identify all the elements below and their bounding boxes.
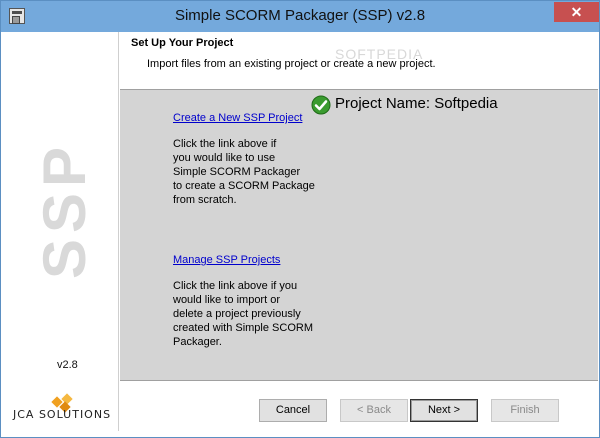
create-project-description: Click the link above if you would like t… (173, 138, 315, 206)
svg-text:SSP: SSP (39, 141, 98, 279)
ssp-watermark: SSP (39, 141, 98, 279)
close-icon[interactable]: ✕ (554, 2, 599, 22)
cancel-button[interactable]: Cancel (259, 399, 327, 422)
create-project-link[interactable]: Create a New SSP Project (173, 112, 302, 124)
page-subtitle: Import files from an existing project or… (147, 58, 436, 70)
manage-projects-description: Click the link above if you would like t… (173, 280, 313, 348)
version-label: v2.8 (57, 359, 78, 371)
wizard-footer: Cancel < Back Next > Finish (120, 383, 598, 435)
wizard-header: Set Up Your Project SOFTPEDIA Import fil… (120, 32, 598, 88)
back-button[interactable]: < Back (340, 399, 408, 422)
page-title: Set Up Your Project (131, 37, 234, 49)
window-title: Simple SCORM Packager (SSP) v2.8 (174, 7, 426, 24)
finish-button[interactable]: Finish (491, 399, 559, 422)
logo-text: JCA SOLUTIONS (13, 408, 112, 421)
title-bar[interactable]: Simple SCORM Packager (SSP) v2.8 ✕ (1, 1, 599, 32)
manage-projects-link[interactable]: Manage SSP Projects (173, 254, 280, 266)
company-logo: JCA SOLUTIONS (13, 393, 117, 424)
main-panel: Create a New SSP Project Click the link … (120, 89, 598, 381)
sidebar: SSP v2.8 JCA SOLUTIONS (9, 32, 119, 431)
app-window: Simple SCORM Packager (SSP) v2.8 ✕ SSP v… (0, 0, 600, 438)
green-check-icon (311, 95, 331, 115)
next-button[interactable]: Next > (410, 399, 478, 422)
project-name: Project Name: Softpedia (335, 95, 498, 112)
